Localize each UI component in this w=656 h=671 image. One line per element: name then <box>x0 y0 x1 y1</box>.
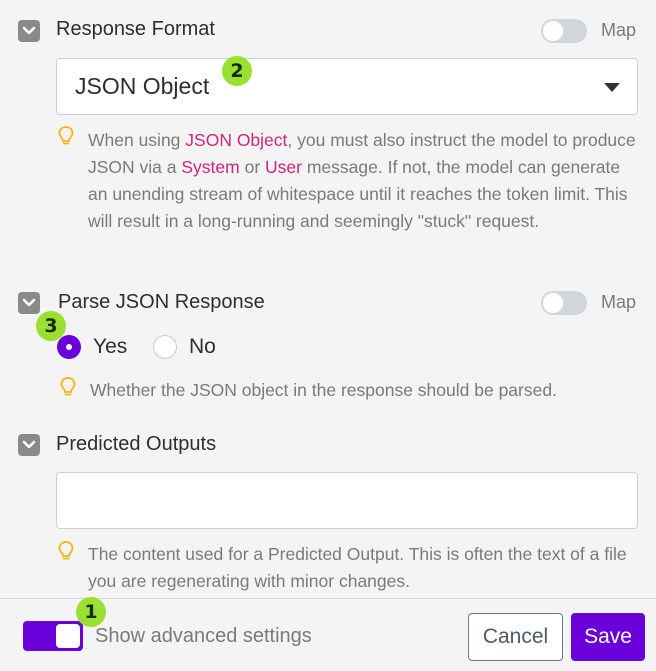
step-badge-1: 1 <box>76 597 106 627</box>
parse-json-yes-radio[interactable] <box>57 335 81 359</box>
parse-json-no-label[interactable]: No <box>189 335 216 359</box>
lightbulb-icon <box>58 126 74 145</box>
response-format-map-label: Map <box>601 20 637 40</box>
response-format-label: Response Format <box>56 18 215 40</box>
advanced-settings-label[interactable]: Show advanced settings <box>95 625 312 648</box>
parse-json-no-radio[interactable] <box>153 335 177 359</box>
parse-json-yes-label[interactable]: Yes <box>93 335 127 359</box>
predicted-outputs-label: Predicted Outputs <box>56 433 217 455</box>
response-format-selected-value: JSON Object <box>75 73 210 99</box>
cancel-button[interactable]: Cancel <box>468 613 563 661</box>
json-object-link: JSON Object <box>185 130 288 150</box>
parse-json-hint: Whether the JSON object in the response … <box>90 380 557 400</box>
parse-json-label: Parse JSON Response <box>58 291 265 313</box>
collapse-response-format-checkbox[interactable] <box>18 20 40 42</box>
advanced-settings-toggle[interactable] <box>23 621 83 651</box>
chevron-down-icon <box>22 26 36 35</box>
collapse-parse-json-checkbox[interactable] <box>18 292 40 314</box>
user-link: User <box>265 157 302 177</box>
chevron-down-icon <box>22 440 36 449</box>
lightbulb-icon <box>60 377 76 396</box>
response-format-map-toggle[interactable] <box>541 19 587 43</box>
collapse-predicted-outputs-checkbox[interactable] <box>18 434 40 456</box>
save-button[interactable]: Save <box>571 613 645 661</box>
predicted-outputs-hint: The content used for a Predicted Output.… <box>88 544 627 591</box>
step-badge-2: 2 <box>222 56 252 86</box>
chevron-down-icon <box>22 298 36 307</box>
response-format-select[interactable]: JSON Object <box>56 58 638 115</box>
predicted-outputs-input[interactable] <box>56 472 638 529</box>
parse-json-map-label: Map <box>601 292 637 312</box>
lightbulb-icon <box>58 541 74 560</box>
caret-down-icon <box>604 83 620 92</box>
system-link: System <box>181 157 240 177</box>
parse-json-map-toggle[interactable] <box>541 291 587 315</box>
response-format-hint: When using JSON Object, you must also in… <box>88 130 636 231</box>
